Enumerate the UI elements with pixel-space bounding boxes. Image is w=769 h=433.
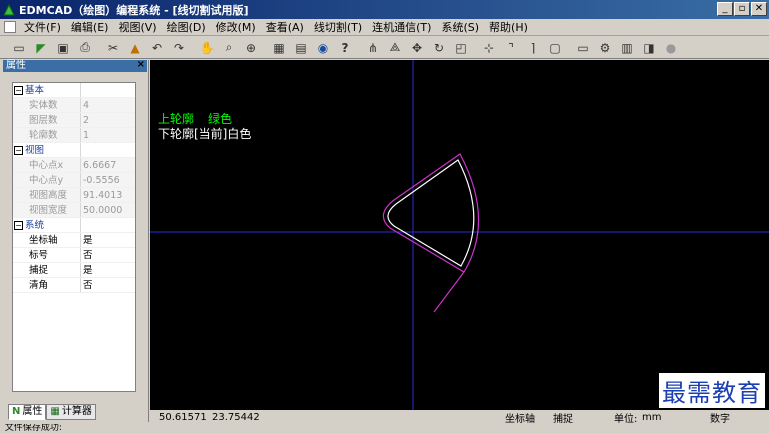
line-icon[interactable]: ⊹ xyxy=(478,38,500,58)
save-icon[interactable]: ▣ xyxy=(52,38,74,58)
arc-corner-icon[interactable]: ⌉ xyxy=(522,38,544,58)
pan-icon[interactable]: ✋ xyxy=(196,38,218,58)
category-basic[interactable]: − 基本 xyxy=(13,83,135,98)
status-unit-value: mm xyxy=(642,411,662,423)
minimize-button[interactable]: _ xyxy=(717,2,733,16)
calculator-icon[interactable]: ▤ xyxy=(290,38,312,58)
mirror-icon[interactable]: ⋔ xyxy=(362,38,384,58)
menu-bar: 文件(F) 编辑(E) 视图(V) 绘图(D) 修改(M) 查看(A) 线切割(… xyxy=(0,19,769,36)
status-bar: 50.61571 23.75442 坐标轴 捕捉 单位: mm 数字 xyxy=(150,410,769,425)
property-grid: − 基本 实体数 4 图层数 2 轮廓数 1 − 视图 中心点x 6.6667 中心点y -0… xyxy=(12,82,136,392)
property-row: 中心点x 6.6667 xyxy=(13,158,135,173)
rotate-icon[interactable]: ↻ xyxy=(428,38,450,58)
properties-icon: N xyxy=(12,406,21,417)
help-icon[interactable]: ? xyxy=(334,38,356,58)
menu-inspect[interactable]: 查看(A) xyxy=(261,19,309,35)
panel-tabs: N 属性 ▦ 计算器 xyxy=(8,404,96,420)
status-mode: 数字 xyxy=(710,413,730,425)
property-panel: 属性 × − 基本 实体数 4 图层数 2 轮廓数 1 − 视图 中心点x 6.6667 中… xyxy=(0,59,149,422)
window-title: EDMCAD（绘图）编程系统 - [线切割试用版] xyxy=(19,3,249,17)
property-row-axis[interactable]: 坐标轴是 xyxy=(13,233,135,248)
category-view[interactable]: − 视图 xyxy=(13,143,135,158)
status-unit-label: 单位: xyxy=(614,413,638,425)
menu-comm[interactable]: 连机通信(T) xyxy=(367,19,436,35)
drawing-svg xyxy=(150,60,769,410)
collapse-icon[interactable]: − xyxy=(14,221,23,230)
new-icon[interactable]: ▭ xyxy=(8,38,30,58)
panel-title: 属性 × xyxy=(3,59,147,72)
menu-file[interactable]: 文件(F) xyxy=(19,19,66,35)
zoom-fit-icon[interactable]: ◉ xyxy=(312,38,334,58)
property-row: 中心点y -0.5556 xyxy=(13,173,135,188)
document-icon[interactable] xyxy=(4,21,16,33)
app-icon xyxy=(2,3,16,17)
status-y-coordinate: 23.75442 xyxy=(212,411,260,423)
collapse-icon[interactable]: − xyxy=(14,146,23,155)
wire-icon[interactable]: ▥ xyxy=(616,38,638,58)
menu-system[interactable]: 系统(S) xyxy=(436,19,484,35)
collapse-icon[interactable]: − xyxy=(14,86,23,95)
property-row: 实体数 4 xyxy=(13,98,135,113)
tab-properties[interactable]: N 属性 xyxy=(8,404,47,420)
status-snap[interactable]: 捕捉 xyxy=(553,410,573,425)
property-row: 图层数 2 xyxy=(13,113,135,128)
menu-draw[interactable]: 绘图(D) xyxy=(162,19,211,35)
exit-icon[interactable]: ● xyxy=(660,38,682,58)
menu-modify[interactable]: 修改(M) xyxy=(211,19,261,35)
drawing-canvas[interactable]: 上轮廓 绿色 下轮廓[当前]白色 最需教育 xyxy=(150,60,769,410)
export-icon[interactable]: ◨ xyxy=(638,38,660,58)
title-bar: EDMCAD（绘图）编程系统 - [线切割试用版] _ ▫ ✕ xyxy=(0,0,769,19)
message-line: 文件保存成功: xyxy=(0,424,769,433)
lower-contour-legend: 下轮廓[当前]白色 xyxy=(158,127,252,141)
corner-icon[interactable]: ⌝ xyxy=(500,38,522,58)
zoom-window-icon[interactable]: ⌕ xyxy=(218,38,240,58)
menu-wirecut[interactable]: 线切割(T) xyxy=(309,19,367,35)
calculator-icon: ▦ xyxy=(50,406,60,417)
scale-icon[interactable]: ◰ xyxy=(450,38,472,58)
restore-button[interactable]: ▫ xyxy=(734,2,750,16)
paint-icon[interactable]: ▲ xyxy=(124,38,146,58)
close-button[interactable]: ✕ xyxy=(751,2,767,16)
watermark: 最需教育 xyxy=(659,373,765,408)
open-icon[interactable]: ◤ xyxy=(30,38,52,58)
cut-icon[interactable]: ✂ xyxy=(102,38,124,58)
undo-icon[interactable]: ↶ xyxy=(146,38,168,58)
move-icon[interactable]: ✥ xyxy=(406,38,428,58)
panel-close-button[interactable]: × xyxy=(137,59,145,71)
upper-contour xyxy=(382,153,480,273)
property-row-label[interactable]: 标号否 xyxy=(13,248,135,263)
status-x-coordinate: 50.61571 xyxy=(159,411,207,423)
zoom-icon[interactable]: ⊕ xyxy=(240,38,262,58)
property-row: 视图宽度 50.0000 xyxy=(13,203,135,218)
property-row: 视图高度 91.4013 xyxy=(13,188,135,203)
menu-view[interactable]: 视图(V) xyxy=(113,19,161,35)
grid-icon[interactable]: ▦ xyxy=(268,38,290,58)
menu-edit[interactable]: 编辑(E) xyxy=(66,19,114,35)
status-axis[interactable]: 坐标轴 xyxy=(505,410,535,425)
property-row-snap[interactable]: 捕捉是 xyxy=(13,263,135,278)
rect-icon[interactable]: ▢ xyxy=(544,38,566,58)
toolbar: ▭ ◤ ▣ ⎙ ✂ ▲ ↶ ↷ ✋ ⌕ ⊕ ▦ ▤ ◉ ? ⋔ ⟁ ✥ ↻ ◰ … xyxy=(0,37,769,59)
array-icon[interactable]: ⟁ xyxy=(384,38,406,58)
lead-in-line xyxy=(433,271,465,313)
print-icon[interactable]: ⎙ xyxy=(74,38,96,58)
property-row-corner[interactable]: 清角否 xyxy=(13,278,135,293)
menu-help[interactable]: 帮助(H) xyxy=(484,19,533,35)
tab-calculator[interactable]: ▦ 计算器 xyxy=(46,404,96,420)
redo-icon[interactable]: ↷ xyxy=(168,38,190,58)
category-system[interactable]: − 系统 xyxy=(13,218,135,233)
window-icon[interactable]: ▭ xyxy=(572,38,594,58)
settings-icon[interactable]: ⚙ xyxy=(594,38,616,58)
lower-contour xyxy=(387,159,475,267)
property-row: 轮廓数 1 xyxy=(13,128,135,143)
